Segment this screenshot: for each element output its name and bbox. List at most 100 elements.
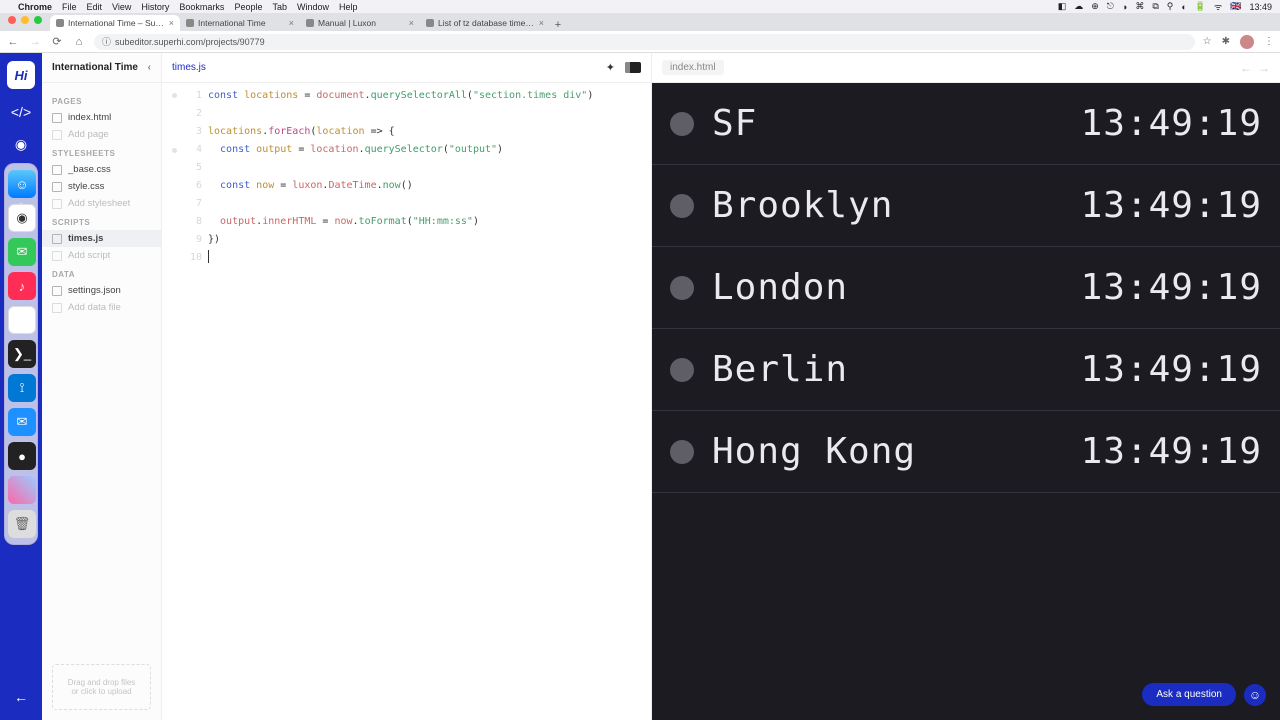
new-tab-button[interactable]: + — [550, 19, 566, 31]
collapse-sidebar-icon[interactable]: ‹ — [148, 62, 151, 73]
preview-icon[interactable]: ◉ — [12, 135, 30, 153]
editor-tabbar: times.js ✦ — [162, 53, 651, 83]
dropzone-text: Drag and drop files — [68, 678, 136, 687]
dock-terminal-icon[interactable]: ❯_ — [8, 340, 36, 368]
ask-question-button[interactable]: Ask a question — [1142, 683, 1236, 706]
preview-tab[interactable]: index.html — [662, 60, 724, 75]
maximize-window-icon[interactable] — [34, 16, 42, 24]
sidebar-item-label: times.js — [68, 233, 103, 244]
city-name: SF — [712, 103, 757, 144]
dock-chrome-icon[interactable]: ◉ — [8, 204, 36, 232]
site-info-icon[interactable]: ⓘ — [102, 35, 111, 48]
sidebar-group-label: PAGES — [42, 91, 161, 109]
menu-icon[interactable]: ⋮ — [1264, 36, 1274, 47]
dock-app-icon[interactable] — [8, 476, 36, 504]
back-button[interactable]: ← — [6, 35, 20, 49]
tab-title: International Time — [198, 18, 266, 28]
help-smile-icon[interactable]: ☺ — [1244, 684, 1266, 706]
star-icon[interactable]: ☆ — [1203, 36, 1212, 47]
city-row: Berlin13:49:19 — [652, 329, 1280, 411]
city-row: Hong Kong13:49:19 — [652, 411, 1280, 493]
menu-file[interactable]: File — [62, 2, 77, 12]
sidebar-add-item[interactable]: Add data file — [42, 299, 161, 316]
sidebar-item-label: settings.json — [68, 285, 121, 296]
superhi-logo[interactable]: Hi — [7, 61, 35, 89]
sidebar-group-label: STYLESHEETS — [42, 143, 161, 161]
city-name: Berlin — [712, 349, 848, 390]
reload-button[interactable]: ⟳ — [50, 35, 64, 49]
city-time: 13:49:19 — [1081, 185, 1262, 226]
file-icon — [52, 165, 62, 175]
browser-tab[interactable]: International Time × — [180, 15, 300, 31]
layout-toggle-icon[interactable] — [625, 62, 641, 73]
tab-title: International Time – SuperHi — [68, 18, 165, 28]
code-view-icon[interactable]: </> — [12, 103, 30, 121]
address-bar[interactable]: ⓘ subeditor.superhi.com/projects/90779 — [94, 34, 1195, 50]
code-area[interactable]: 12345678910 const locations = document.q… — [162, 83, 651, 720]
collapse-rail-icon[interactable]: ← — [12, 688, 30, 706]
sidebar-item-label: style.css — [68, 181, 104, 192]
preview-toolbar: index.html ← → — [652, 53, 1280, 83]
plus-icon — [52, 199, 62, 209]
preview-panel: index.html ← → SF 13:49:19 Brooklyn 13:49:1… — [652, 53, 1280, 720]
menubar-app-name[interactable]: Chrome — [18, 2, 52, 12]
dock-figma-icon[interactable]: ● — [8, 442, 36, 470]
sidebar-file-item[interactable]: _base.css — [42, 161, 161, 178]
preview-body[interactable]: SF13:49:19Brooklyn13:49:19London13:49:19… — [652, 83, 1280, 720]
menu-window[interactable]: Window — [297, 2, 329, 12]
dock-mail-icon[interactable]: ✉ — [8, 408, 36, 436]
dock-trash-icon[interactable]: 🗑 — [8, 510, 36, 538]
sidebar-item-label: Add data file — [68, 302, 121, 313]
sidebar-add-item[interactable]: Add page — [42, 126, 161, 143]
tab-close-icon[interactable]: × — [289, 18, 294, 28]
tab-close-icon[interactable]: × — [409, 18, 414, 28]
sidebar-add-item[interactable]: Add stylesheet — [42, 195, 161, 212]
menu-bookmarks[interactable]: Bookmarks — [179, 2, 224, 12]
preview-back-icon[interactable]: ← — [1240, 61, 1252, 75]
menu-view[interactable]: View — [112, 2, 131, 12]
help-widget: Ask a question ☺ — [1142, 683, 1266, 706]
close-window-icon[interactable] — [8, 16, 16, 24]
project-title: International Time — [52, 62, 138, 73]
tab-close-icon[interactable]: × — [169, 18, 174, 28]
profile-avatar[interactable] — [1240, 35, 1254, 49]
sidebar-file-item[interactable]: times.js — [42, 230, 161, 247]
forward-button[interactable]: → — [28, 35, 42, 49]
city-indicator-icon — [670, 276, 694, 300]
menu-tab[interactable]: Tab — [272, 2, 287, 12]
sidebar-file-item[interactable]: style.css — [42, 178, 161, 195]
magic-wand-icon[interactable]: ✦ — [606, 61, 615, 74]
favicon-icon — [56, 19, 64, 27]
browser-chrome: International Time – SuperHi × Internati… — [0, 13, 1280, 53]
menu-help[interactable]: Help — [339, 2, 358, 12]
dock-vscode-icon[interactable]: ⟟ — [8, 374, 36, 402]
browser-tab[interactable]: International Time – SuperHi × — [50, 15, 180, 31]
browser-tab[interactable]: Manual | Luxon × — [300, 15, 420, 31]
upload-dropzone[interactable]: Drag and drop files or click to upload — [52, 664, 151, 710]
code-content[interactable]: const locations = document.querySelector… — [208, 87, 651, 720]
sidebar-add-item[interactable]: Add script — [42, 247, 161, 264]
preview-forward-icon[interactable]: → — [1258, 61, 1270, 75]
city-name: Brooklyn — [712, 185, 893, 226]
menu-people[interactable]: People — [234, 2, 262, 12]
minimize-window-icon[interactable] — [21, 16, 29, 24]
sidebar-file-item[interactable]: index.html — [42, 109, 161, 126]
home-button[interactable]: ⌂ — [72, 35, 86, 49]
browser-tab-strip: International Time – SuperHi × Internati… — [0, 13, 1280, 31]
tab-close-icon[interactable]: × — [539, 18, 544, 28]
dock-finder-icon[interactable]: ☺ — [8, 170, 36, 198]
editor-tab[interactable]: times.js — [172, 62, 206, 73]
extensions-icon[interactable]: ✱ — [1222, 36, 1230, 47]
browser-tab[interactable]: List of tz database time zones × — [420, 15, 550, 31]
menu-edit[interactable]: Edit — [87, 2, 103, 12]
dock-messages-icon[interactable]: ✉ — [8, 238, 36, 266]
dock-music-icon[interactable]: ♪ — [8, 272, 36, 300]
window-controls[interactable] — [8, 16, 42, 24]
file-icon — [52, 286, 62, 296]
file-icon — [52, 113, 62, 123]
sidebar-file-item[interactable]: settings.json — [42, 282, 161, 299]
menu-history[interactable]: History — [141, 2, 169, 12]
city-time: 13:49:19 — [1081, 267, 1262, 308]
tab-title: Manual | Luxon — [318, 18, 376, 28]
dock-slack-icon[interactable]: ✱ — [8, 306, 36, 334]
